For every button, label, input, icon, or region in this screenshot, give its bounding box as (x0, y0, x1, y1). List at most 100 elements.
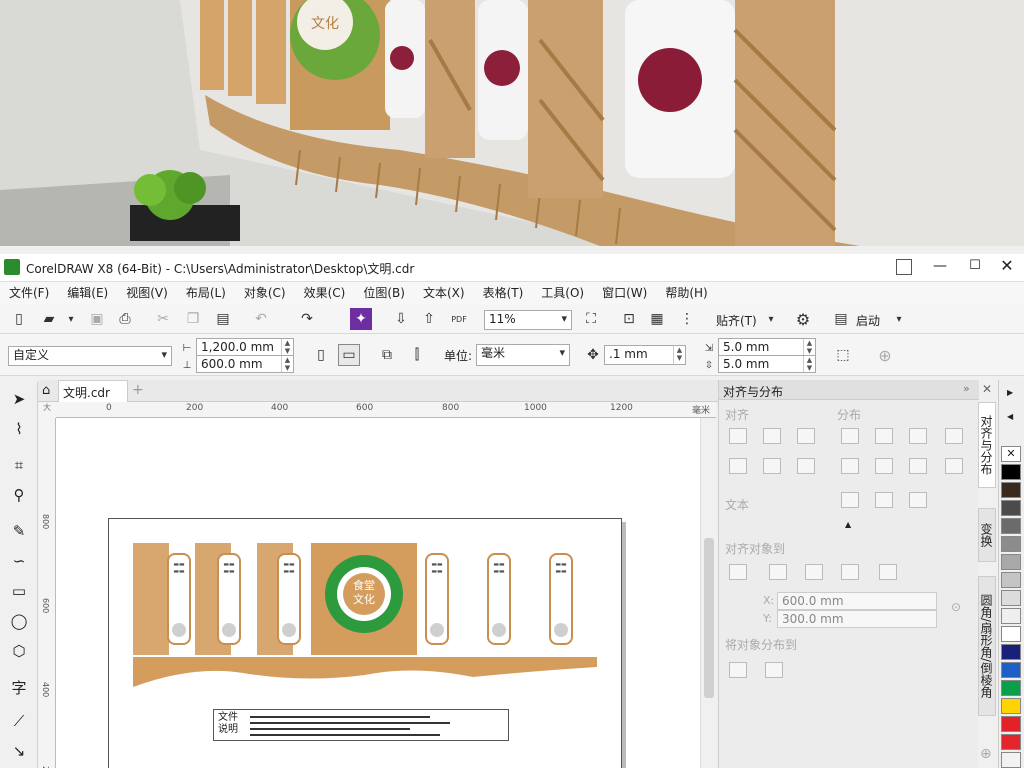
show-guidelines-icon[interactable]: ⋮ (676, 308, 698, 330)
units-select[interactable]: 毫米 (476, 344, 570, 366)
document-tab[interactable]: 文明.cdr (58, 380, 128, 402)
color-swatch[interactable] (1001, 680, 1021, 696)
color-swatch[interactable] (1001, 626, 1021, 642)
color-swatch[interactable] (1001, 500, 1021, 516)
distribute-to-selection-icon[interactable] (729, 662, 747, 678)
color-swatch[interactable] (1001, 536, 1021, 552)
dimension-tool-icon[interactable]: ⟋ (6, 708, 32, 734)
distribute-bottom-icon[interactable] (945, 458, 963, 474)
add-docker-icon[interactable]: ⊕ (980, 746, 992, 762)
color-swatch[interactable] (1001, 716, 1021, 732)
color-swatch[interactable] (1001, 554, 1021, 570)
text-align-bbox-icon[interactable] (909, 492, 927, 508)
nudge-distance-field[interactable]: .1 mm ▲ ▼ (604, 345, 686, 365)
duplicate-y-field[interactable]: 5.0 mm ▲ ▼ (718, 355, 816, 373)
align-left-icon[interactable] (729, 428, 747, 444)
show-grid-icon[interactable]: ▦ (646, 308, 668, 330)
minimize-button[interactable]: — (930, 258, 950, 276)
palette-scroll-up-icon[interactable]: ▶ (1007, 388, 1013, 397)
color-swatch[interactable] (1001, 518, 1021, 534)
tab-transform[interactable]: 变换 (978, 508, 996, 562)
home-icon[interactable]: ⌂ (42, 383, 50, 398)
horizontal-ruler[interactable]: 0 200 400 600 800 1000 1200 毫米 (56, 402, 716, 418)
tab-align-distribute[interactable]: 对齐与分布 (978, 402, 996, 488)
all-pages-icon[interactable]: ⧉ (376, 344, 398, 366)
open-folder-icon[interactable]: ▰ (38, 308, 60, 330)
distribute-left-icon[interactable] (841, 428, 859, 444)
tab-fillet-scallop-chamfer[interactable]: 圆角/扇形角/倒棱角 (978, 576, 996, 716)
text-align-last-line-icon[interactable] (875, 492, 893, 508)
distribute-middle-icon[interactable] (875, 458, 893, 474)
menu-help[interactable]: 帮助(H) (656, 282, 716, 303)
search-content-icon[interactable]: ✦ (350, 308, 372, 330)
align-to-grid-icon[interactable] (841, 564, 859, 580)
align-y-field[interactable]: 300.0 mm (777, 610, 937, 628)
close-button[interactable]: ✕ (997, 256, 1017, 276)
publish-pdf-icon[interactable]: PDF (448, 308, 470, 330)
align-center-horizontal-icon[interactable] (763, 428, 781, 444)
align-center-vertical-icon[interactable] (763, 458, 781, 474)
portrait-icon[interactable]: ▯ (310, 344, 332, 366)
color-swatch[interactable] (1001, 644, 1021, 660)
import-icon[interactable]: ⇩ (390, 308, 412, 330)
page-width-field[interactable]: 1,200.0 mm ▲ ▼ (196, 338, 294, 356)
artistic-media-icon[interactable]: ∽ (6, 548, 32, 574)
vertical-scrollbar[interactable] (700, 418, 716, 768)
color-swatch[interactable] (1001, 464, 1021, 480)
align-x-field[interactable]: 600.0 mm (777, 592, 937, 610)
color-swatch[interactable] (1001, 482, 1021, 498)
scroll-thumb[interactable] (704, 538, 714, 698)
redo-icon[interactable]: ↷ (296, 308, 318, 330)
menu-text[interactable]: 文本(X) (414, 282, 474, 303)
dup-x-spinner-icon[interactable]: ▲ ▼ (803, 339, 815, 355)
align-to-page-center-icon[interactable] (805, 564, 823, 580)
text-align-first-line-icon[interactable] (841, 492, 859, 508)
add-icon[interactable]: ⊕ (874, 344, 896, 366)
color-swatch[interactable] (1001, 752, 1021, 768)
target-icon[interactable]: ⊙ (951, 600, 961, 614)
chevron-down-icon[interactable]: ▾ (760, 308, 782, 330)
align-top-icon[interactable] (729, 458, 747, 474)
chevron-down-icon[interactable]: ▾ (888, 308, 910, 330)
color-swatch[interactable]: ✕ (1001, 446, 1021, 462)
add-document-tab-button[interactable]: + (132, 382, 144, 398)
text-tool-icon[interactable]: 字 (6, 674, 32, 700)
color-swatch[interactable] (1001, 698, 1021, 714)
ruler-corner[interactable]: 大 (38, 402, 56, 418)
rectangle-tool-icon[interactable]: ▭ (6, 578, 32, 604)
color-swatch[interactable] (1001, 662, 1021, 678)
color-swatch[interactable] (1001, 590, 1021, 606)
menu-view[interactable]: 视图(V) (117, 282, 177, 303)
duplicate-x-field[interactable]: 5.0 mm ▲ ▼ (718, 338, 816, 356)
launch-icon[interactable]: ▤ (830, 308, 852, 330)
crop-tool-icon[interactable]: ⌗ (6, 452, 32, 478)
undo-icon[interactable]: ↶ (250, 308, 272, 330)
export-icon[interactable]: ⇧ (418, 308, 440, 330)
align-bottom-icon[interactable] (797, 458, 815, 474)
docker-expand-icon[interactable]: » (963, 382, 970, 395)
menu-edit[interactable]: 编辑(E) (58, 282, 117, 303)
drawing-canvas[interactable]: ▬▬ ▬▬ ▬▬ ▬▬ ▬▬ ▬▬ 食堂 文化 ▬▬ ▬▬ ▬▬ ▬▬ ▬▬ ▬▬ (56, 418, 702, 768)
distribute-top-icon[interactable] (841, 458, 859, 474)
menu-table[interactable]: 表格(T) (474, 282, 533, 303)
color-swatch[interactable] (1001, 608, 1021, 624)
ellipse-tool-icon[interactable]: ◯ (6, 608, 32, 634)
current-page-icon[interactable]: ⫿ (406, 344, 428, 366)
shape-tool-icon[interactable]: ⌇ (6, 416, 32, 442)
menu-layout[interactable]: 布局(L) (177, 282, 235, 303)
print-icon[interactable]: ⎙ (114, 308, 136, 330)
gear-icon[interactable]: ⚙ (792, 308, 814, 330)
align-to-active-object-icon[interactable] (729, 564, 747, 580)
new-document-icon[interactable]: ▯ (8, 308, 30, 330)
cut-icon[interactable]: ✂ (152, 308, 174, 330)
page[interactable]: ▬▬ ▬▬ ▬▬ ▬▬ ▬▬ ▬▬ 食堂 文化 ▬▬ ▬▬ ▬▬ ▬▬ ▬▬ ▬▬ (108, 518, 622, 768)
menu-effects[interactable]: 效果(C) (295, 282, 355, 303)
save-icon[interactable]: ▣ (86, 308, 108, 330)
page-border-icon[interactable]: ⬚ (832, 344, 854, 366)
maximize-button[interactable]: ☐ (965, 258, 985, 276)
distribute-vspacing-icon[interactable] (909, 458, 927, 474)
full-screen-icon[interactable]: ⛶ (580, 308, 602, 330)
distribute-center-icon[interactable] (875, 428, 893, 444)
align-to-point-icon[interactable] (879, 564, 897, 580)
freehand-tool-icon[interactable]: ✎ (6, 518, 32, 544)
